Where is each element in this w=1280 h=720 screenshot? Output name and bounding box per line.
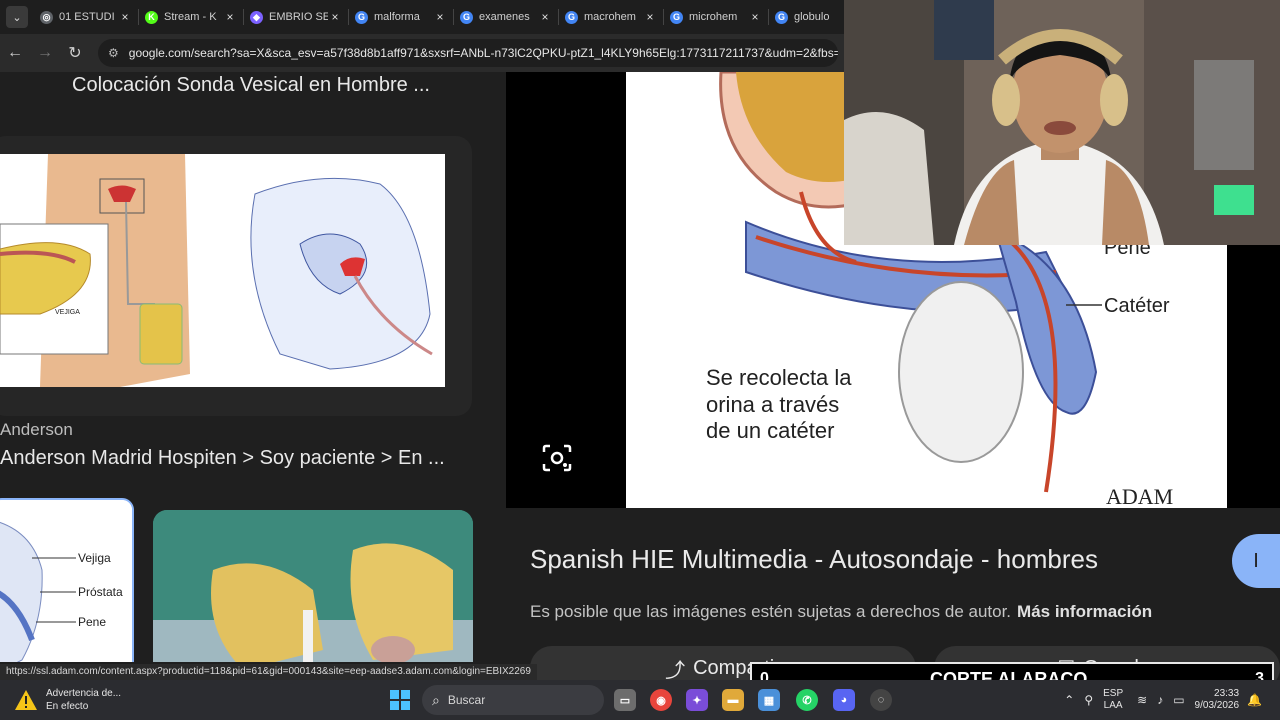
gloved-hands-photo <box>153 510 473 662</box>
weather-line-1: Advertencia de... <box>46 688 122 699</box>
pene-text: Pene <box>78 615 106 629</box>
copyright-text: Es posible que las imágenes estén sujeta… <box>530 602 1012 621</box>
system-clock[interactable]: 23:33 9/03/2026 <box>1195 688 1240 712</box>
close-tab-icon[interactable]: × <box>643 10 657 24</box>
adam-logo: ADAM <box>1106 484 1173 508</box>
battery-icon[interactable]: ▭ <box>1173 693 1184 707</box>
browser-tab[interactable]: Gmalforma × <box>349 4 453 30</box>
close-tab-icon[interactable]: × <box>433 10 447 24</box>
result-source-2[interactable]: Anderson <box>0 420 73 440</box>
close-tab-icon[interactable]: × <box>328 10 342 24</box>
tab-title: macrohem <box>584 11 636 23</box>
browser-tab[interactable]: K Stream - K × <box>139 4 243 30</box>
tab-title: examenes <box>479 11 530 23</box>
tab-favicon-icon: G <box>565 10 578 24</box>
reload-icon[interactable]: ↻ <box>60 43 90 63</box>
copilot-icon[interactable]: ✦ <box>686 689 708 711</box>
link-status-bar: https://ssl.adam.com/content.aspx?produc… <box>0 664 537 680</box>
caption-line-3: de un catéter <box>706 418 834 443</box>
result-thumbnail-3[interactable] <box>153 510 473 662</box>
discord-icon[interactable]: ◕ <box>833 689 855 711</box>
clock-date: 9/03/2026 <box>1194 700 1240 711</box>
lang-variant: LAA <box>1103 700 1123 711</box>
forward-arrow-icon[interactable]: → <box>30 44 60 62</box>
taskbar-search[interactable]: ⌕ Buscar <box>422 685 604 715</box>
search-icon: ⌕ <box>432 691 440 708</box>
close-tab-icon[interactable]: × <box>223 10 237 24</box>
browser-tab[interactable]: Gexamenes × <box>454 4 558 30</box>
visit-site-button[interactable]: I <box>1232 534 1280 588</box>
result-thumbnail-1[interactable]: VEJIGA <box>0 154 445 387</box>
tab-title: microhem <box>689 11 738 23</box>
close-tab-icon[interactable]: × <box>538 10 552 24</box>
tab-favicon-icon: G <box>775 10 788 24</box>
screen: ⌄ ◎ 01 ESTUDI × K Stream - K × ◆ EMBRIO SE × Gmal… <box>0 0 1280 720</box>
weather-widget[interactable]: Advertencia de... En efecto <box>14 686 164 714</box>
tab-title: Stream - K <box>164 11 217 23</box>
tab-title: malforma <box>374 11 420 23</box>
search-placeholder: Buscar <box>447 693 486 707</box>
system-tray: ⌃ ⚲ ESP LAA ≋ ♪ ▭ 23:33 9/03/2026 🔔 <box>1064 684 1272 716</box>
copyright-notice: Es posible que las imágenes estén sujeta… <box>530 602 1152 622</box>
caption-line-2: orina a través <box>706 392 839 417</box>
result-title-1[interactable]: Colocación Sonda Vesical en Hombre ... <box>72 74 430 97</box>
clock-time: 23:33 <box>1214 688 1240 699</box>
vejiga-label: VEJIGA <box>55 309 80 316</box>
wifi-icon[interactable]: ≋ <box>1137 693 1147 707</box>
notification-bell-icon[interactable]: 🔔 <box>1247 693 1262 707</box>
back-arrow-icon[interactable]: ← <box>0 44 30 62</box>
vejiga-text: Vejiga <box>78 551 111 565</box>
chrome-icon[interactable]: ◉ <box>650 689 672 711</box>
tab-favicon-icon: G <box>460 10 473 24</box>
tray-chevron-icon[interactable]: ⌃ <box>1064 693 1074 707</box>
address-bar[interactable]: ⚙ google.com/search?sa=X&sca_esv=a57f38d… <box>98 39 838 67</box>
windows-taskbar: Advertencia de... En efecto ⌕ Buscar ▭ ◉… <box>0 680 1280 720</box>
prostata-text: Próstata <box>78 585 123 599</box>
tab-search-menu-button[interactable]: ⌄ <box>6 6 28 28</box>
tab-favicon-icon: G <box>670 10 683 24</box>
url-text: google.com/search?sa=X&sca_esv=a57f38d8b… <box>128 46 838 60</box>
streamer-webcam-feed <box>844 0 1280 245</box>
store-icon[interactable]: ▦ <box>758 689 780 711</box>
weather-line-2: En efecto <box>46 701 89 712</box>
browser-tab[interactable]: Gmicrohem × <box>664 4 768 30</box>
close-tab-icon[interactable]: × <box>118 10 132 24</box>
tab-title: EMBRIO SE <box>269 11 328 23</box>
mic-icon[interactable]: ⚲ <box>1084 693 1093 707</box>
tab-favicon-icon: ◆ <box>250 10 263 24</box>
catheter-illustration-thumb: VEJIGA <box>0 154 445 387</box>
browser-tab[interactable]: ◎ 01 ESTUDI × <box>34 4 138 30</box>
anatomy-labels-thumb: Vejiga Próstata Pene <box>0 500 132 662</box>
windows-start-icon[interactable] <box>390 690 410 710</box>
whatsapp-icon[interactable]: ✆ <box>796 689 818 711</box>
preview-title[interactable]: Spanish HIE Multimedia - Autosondaje - h… <box>530 544 1098 575</box>
language-indicator[interactable]: ESP LAA <box>1103 688 1123 712</box>
tab-favicon-icon: G <box>355 10 368 24</box>
more-info-link[interactable]: Más información <box>1017 602 1152 621</box>
browser-tab[interactable]: Gmacrohem × <box>559 4 663 30</box>
site-info-icon[interactable]: ⚙ <box>108 46 119 60</box>
tab-title: 01 ESTUDI <box>59 11 115 23</box>
webcam-overlay <box>844 0 1280 245</box>
volume-icon[interactable]: ♪ <box>1157 693 1163 707</box>
app-icon[interactable]: ◌ <box>870 689 892 711</box>
tab-favicon-icon: ◎ <box>40 10 53 24</box>
tab-strip: ◎ 01 ESTUDI × K Stream - K × ◆ EMBRIO SE × Gmalfo… <box>34 4 873 30</box>
browser-tab[interactable]: ◆ EMBRIO SE × <box>244 4 348 30</box>
cateter-label: Catéter <box>1104 295 1170 317</box>
google-lens-icon[interactable] <box>540 442 574 474</box>
file-explorer-icon[interactable]: ▬ <box>722 689 744 711</box>
result-title-2[interactable]: Anderson Madrid Hospiten > Soy paciente … <box>0 447 445 470</box>
result-thumbnail-2[interactable]: Vejiga Próstata Pene <box>0 498 134 662</box>
close-tab-icon[interactable]: × <box>748 10 762 24</box>
tab-favicon-icon: K <box>145 10 158 24</box>
caption-line-1: Se recolecta la <box>706 365 852 390</box>
task-view-icon[interactable]: ▭ <box>614 689 636 711</box>
image-results-grid: Colocación Sonda Vesical en Hombre ... V… <box>0 72 500 662</box>
share-icon: ⤴ <box>665 659 686 682</box>
warning-icon <box>15 690 37 710</box>
lang-code: ESP <box>1103 688 1124 699</box>
